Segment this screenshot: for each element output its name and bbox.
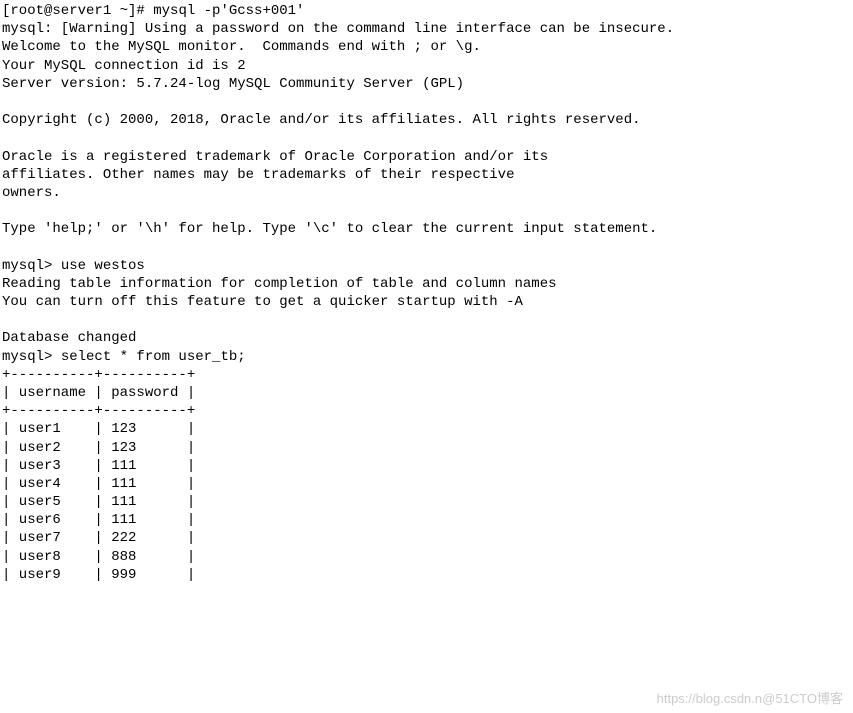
connection-id-line: Your MySQL connection id is 2 [2, 58, 246, 74]
table-row: | user1 | 123 | [2, 421, 195, 437]
warning-line: mysql: [Warning] Using a password on the… [2, 21, 674, 37]
watermark: https://blog.csdn.n@51CTO博客 [657, 691, 843, 708]
trademark-line3: owners. [2, 185, 61, 201]
table-border: +----------+----------+ [2, 367, 195, 383]
table-row: | user4 | 111 | [2, 476, 195, 492]
db-changed-line: Database changed [2, 330, 136, 346]
table-header: | username | password | [2, 385, 195, 401]
trademark-line1: Oracle is a registered trademark of Orac… [2, 149, 548, 165]
select-command[interactable]: select * from user_tb; [61, 349, 246, 365]
table-row: | user2 | 123 | [2, 440, 195, 456]
copyright-line: Copyright (c) 2000, 2018, Oracle and/or … [2, 112, 641, 128]
table-row: | user3 | 111 | [2, 458, 195, 474]
table-row: | user7 | 222 | [2, 530, 195, 546]
feature-off-line: You can turn off this feature to get a q… [2, 294, 523, 310]
trademark-line2: affiliates. Other names may be trademark… [2, 167, 514, 183]
table-row: | user6 | 111 | [2, 512, 195, 528]
mysql-prompt: mysql> [2, 258, 61, 274]
table-row: | user9 | 999 | [2, 567, 195, 583]
welcome-line: Welcome to the MySQL monitor. Commands e… [2, 39, 481, 55]
terminal-prompt: [root@server1 ~]# [2, 3, 153, 19]
help-line: Type 'help;' or '\h' for help. Type '\c'… [2, 221, 657, 237]
use-command[interactable]: use westos [61, 258, 145, 274]
table-border: +----------+----------+ [2, 403, 195, 419]
mysql-prompt: mysql> [2, 349, 61, 365]
reading-table-line: Reading table information for completion… [2, 276, 557, 292]
command-input[interactable]: mysql -p'Gcss+001' [153, 3, 304, 19]
table-row: | user5 | 111 | [2, 494, 195, 510]
table-row: | user8 | 888 | [2, 549, 195, 565]
server-version-line: Server version: 5.7.24-log MySQL Communi… [2, 76, 464, 92]
